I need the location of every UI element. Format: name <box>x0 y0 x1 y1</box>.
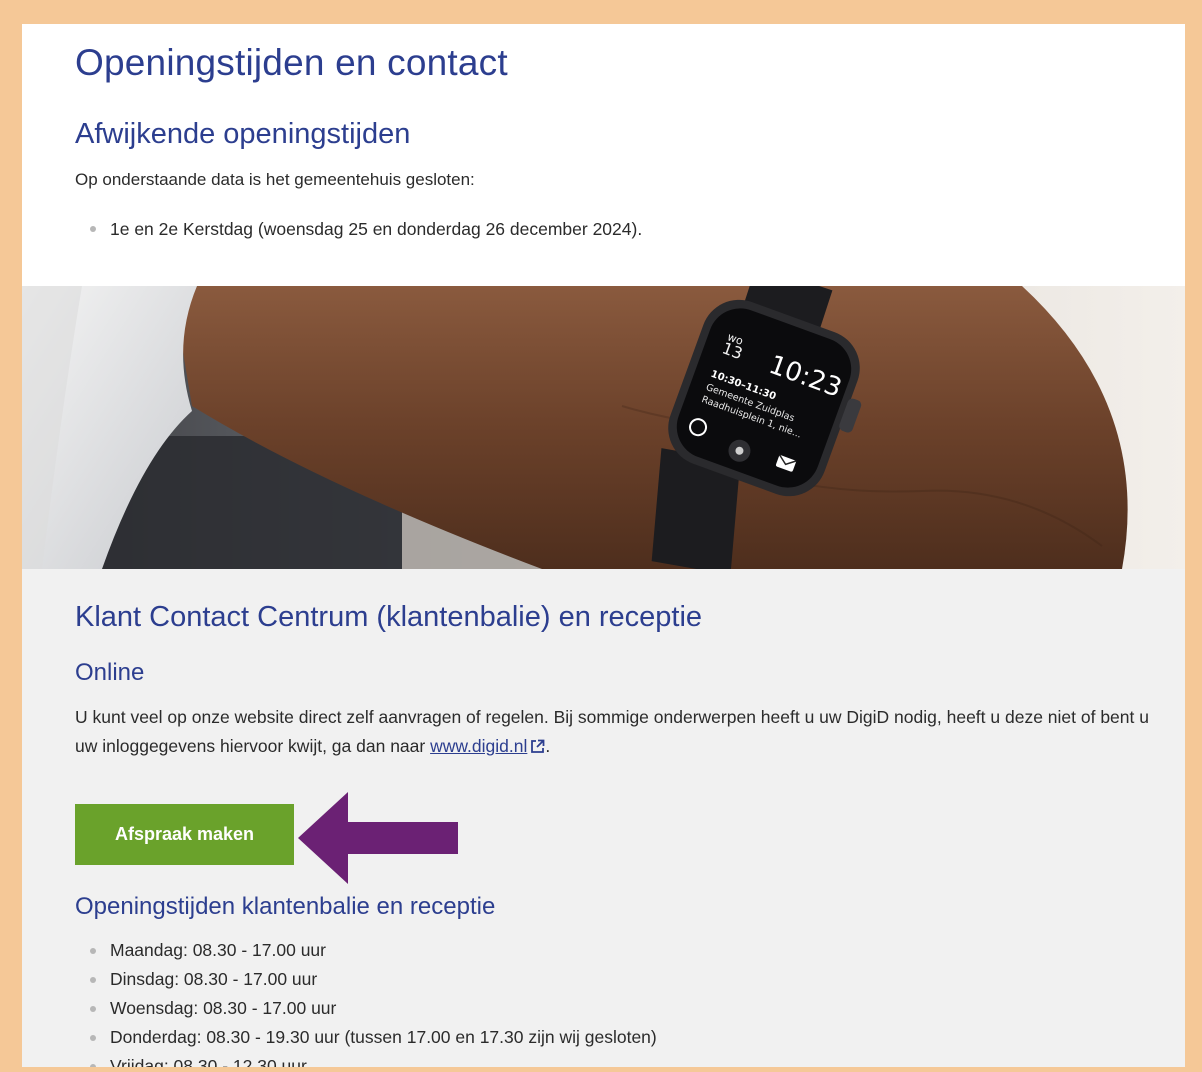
digid-link[interactable]: www.digid.nl <box>430 736 527 756</box>
smartwatch-illustration: wo 13 10:23 10:30–11:30 Gemeente Zuidpla… <box>22 286 1185 569</box>
online-heading: Online <box>75 659 145 686</box>
list-item: Woensdag: 08.30 - 17.00 uur <box>88 994 657 1023</box>
closed-dates-list: 1e en 2e Kerstdag (woensdag 25 en donder… <box>88 217 642 241</box>
deviating-hours-intro: Op onderstaande data is het gemeentehuis… <box>75 170 475 189</box>
opening-hours-heading: Openingstijden klantenbalie en receptie <box>75 893 496 920</box>
external-link-icon[interactable] <box>530 734 545 763</box>
page-frame: Openingstijden en contact Afwijkende ope… <box>22 24 1185 1067</box>
hero-image-smartwatch: wo 13 10:23 10:30–11:30 Gemeente Zuidpla… <box>22 286 1185 569</box>
make-appointment-button[interactable]: Afspraak maken <box>75 804 294 865</box>
arrow-annotation-icon <box>298 792 458 884</box>
online-paragraph-end: . <box>545 736 551 756</box>
deviating-hours-section: Openingstijden en contact Afwijkende ope… <box>22 24 1185 267</box>
online-paragraph: U kunt veel op onze website direct zelf … <box>75 703 1170 763</box>
kcc-section: Klant Contact Centrum (klantenbalie) en … <box>22 569 1185 1067</box>
deviating-hours-heading: Afwijkende openingstijden <box>75 118 411 150</box>
list-item: Maandag: 08.30 - 17.00 uur <box>88 936 657 965</box>
list-item: Vrijdag: 08.30 - 12.30 uur <box>88 1052 657 1067</box>
kcc-heading: Klant Contact Centrum (klantenbalie) en … <box>75 601 703 633</box>
list-item: Dinsdag: 08.30 - 17.00 uur <box>88 965 657 994</box>
online-paragraph-text: U kunt veel op onze website direct zelf … <box>75 707 1149 756</box>
opening-hours-list: Maandag: 08.30 - 17.00 uur Dinsdag: 08.3… <box>88 936 657 1067</box>
page-title: Openingstijden en contact <box>75 42 508 83</box>
list-item: Donderdag: 08.30 - 19.30 uur (tussen 17.… <box>88 1023 657 1052</box>
list-item: 1e en 2e Kerstdag (woensdag 25 en donder… <box>88 217 642 241</box>
